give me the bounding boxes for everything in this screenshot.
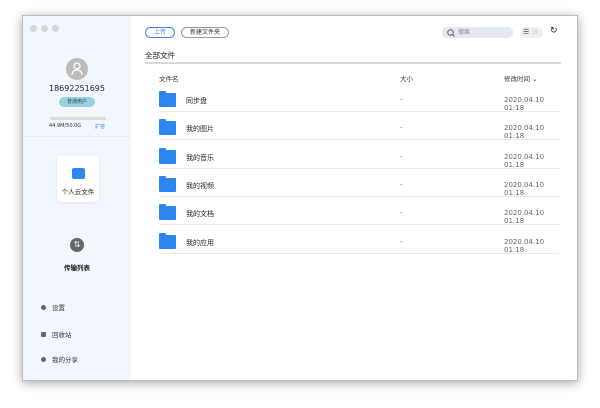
- nav-settings[interactable]: 设置: [41, 302, 65, 312]
- window-controls[interactable]: [30, 25, 59, 32]
- app-window: 18692251695 普通用户 44.9M/50.0G 扩容 个人云文件 ⇅ …: [22, 15, 578, 381]
- storage-quota: 44.9M/50.0G: [49, 123, 82, 129]
- folder-icon: [159, 204, 176, 221]
- column-header-modified[interactable]: 修改时间 ⌄: [504, 73, 538, 83]
- file-row[interactable]: 我的文档 - 2020.04.10 01:18: [159, 197, 559, 226]
- file-row[interactable]: 我的图片 - 2020.04.10 01:18: [159, 112, 559, 141]
- folder-icon: [159, 232, 176, 249]
- nav-label: 回收站: [52, 331, 72, 339]
- list-view-icon[interactable]: ☰: [523, 28, 532, 36]
- share-icon: [41, 356, 46, 362]
- minimize-dot[interactable]: [41, 25, 48, 32]
- file-modified: 2020.04.10 01:18: [504, 124, 545, 141]
- search-placeholder: 搜索: [458, 29, 471, 36]
- column-header-size[interactable]: 大小: [400, 73, 413, 83]
- refresh-icon[interactable]: ↻: [550, 26, 558, 36]
- storage-bar: [50, 117, 106, 120]
- search-icon: [447, 29, 455, 37]
- main-panel: 上传 新建文件夹 搜索 ☰⊞ ↻ 全部文件 文件名 大小 修改时间 ⌄ 同步盘 -…: [131, 16, 577, 380]
- folder-icon: [159, 147, 176, 164]
- file-modified: 2020.04.10 01:18: [504, 209, 545, 226]
- file-name[interactable]: 我的文档: [186, 209, 214, 219]
- trash-icon: [41, 331, 46, 337]
- breadcrumb-title: 全部文件: [145, 51, 175, 60]
- grid-view-icon[interactable]: ⊞: [532, 28, 541, 36]
- file-modified: 2020.04.10 01:18: [504, 237, 545, 254]
- file-modified: 2020.04.10 01:18: [504, 152, 545, 169]
- search-input[interactable]: 搜索: [442, 27, 513, 38]
- transfer-icon[interactable]: ⇅: [70, 238, 84, 252]
- file-modified: 2020.04.10 01:18: [504, 180, 545, 197]
- folder-icon: [159, 119, 176, 136]
- personal-files-button[interactable]: 个人云文件: [57, 156, 99, 202]
- folder-icon: [72, 168, 85, 179]
- file-size: -: [400, 180, 403, 189]
- avatar[interactable]: [66, 58, 88, 80]
- user-phone: 18692251695: [49, 84, 105, 93]
- file-row[interactable]: 我的音乐 - 2020.04.10 01:18: [159, 141, 559, 169]
- nav-label: 设置: [52, 304, 65, 312]
- transfer-list-button[interactable]: 传输列表: [23, 262, 131, 272]
- folder-icon: [159, 91, 176, 107]
- divider: [145, 62, 561, 64]
- file-size: -: [400, 96, 403, 104]
- file-row[interactable]: 同步盘 - 2020.04.10 01:18: [159, 84, 559, 112]
- file-name[interactable]: 我的音乐: [186, 153, 214, 163]
- new-folder-button[interactable]: 新建文件夹: [181, 27, 229, 38]
- file-size: -: [400, 237, 403, 246]
- nav-my-shares[interactable]: 我的分享: [41, 354, 78, 364]
- user-level-badge: 普通用户: [59, 97, 95, 107]
- file-size: -: [400, 124, 403, 133]
- file-size: -: [400, 152, 403, 161]
- nav-trash[interactable]: 回收站: [41, 329, 72, 339]
- file-row[interactable]: 我的视频 - 2020.04.10 01:18: [159, 169, 559, 197]
- file-name[interactable]: 我的视频: [186, 181, 214, 191]
- gear-icon: [41, 304, 46, 310]
- view-toggle[interactable]: ☰⊞: [520, 27, 543, 38]
- file-modified: 2020.04.10 01:18: [504, 96, 545, 112]
- expand-storage-link[interactable]: 扩容: [95, 123, 105, 130]
- upload-button[interactable]: 上传: [145, 27, 175, 38]
- file-size: -: [400, 209, 403, 218]
- file-row[interactable]: 我的应用 - 2020.04.10 01:18: [159, 226, 559, 254]
- sidebar: 18692251695 普通用户 44.9M/50.0G 扩容 个人云文件 ⇅ …: [23, 16, 131, 380]
- divider: [23, 136, 131, 137]
- file-name[interactable]: 同步盘: [186, 96, 207, 106]
- personal-files-label: 个人云文件: [61, 188, 95, 196]
- column-header-name[interactable]: 文件名: [159, 73, 179, 83]
- nav-label: 我的分享: [52, 356, 78, 364]
- zoom-dot[interactable]: [52, 25, 59, 32]
- folder-icon: [159, 175, 176, 192]
- file-name[interactable]: 我的应用: [186, 238, 214, 248]
- close-dot[interactable]: [30, 25, 37, 32]
- file-name[interactable]: 我的图片: [186, 124, 214, 134]
